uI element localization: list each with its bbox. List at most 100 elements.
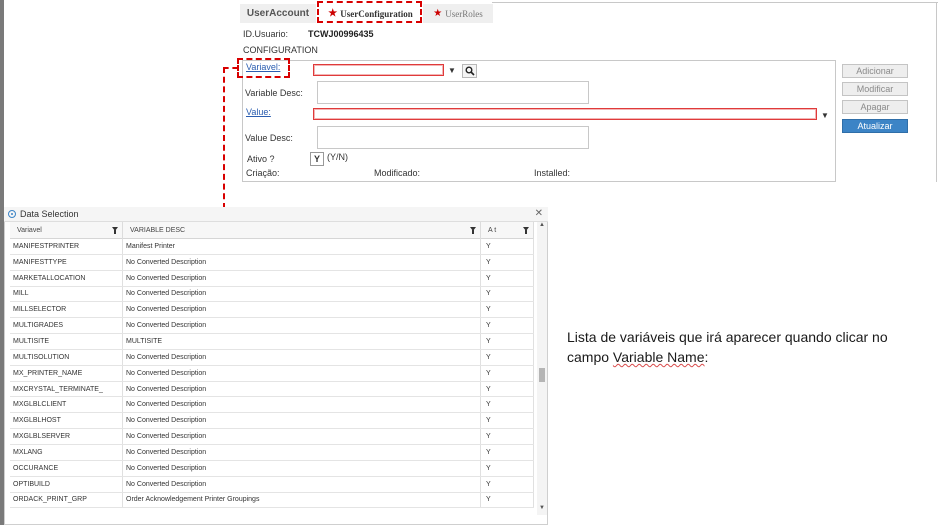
scrollbar-thumb[interactable] [539, 368, 545, 382]
value-input[interactable] [313, 108, 817, 120]
filter-icon[interactable] [470, 227, 476, 234]
cell-variavel: MARKETALLOCATION [10, 270, 123, 286]
table-row[interactable]: MXGLBLCLIENT No Converted Description Y [10, 397, 534, 414]
cell-variavel: MANIFESTPRINTER [10, 239, 123, 254]
top-divider [492, 2, 938, 3]
cell-variable-desc: No Converted Description [123, 413, 481, 429]
variable-desc-field [317, 81, 589, 104]
id-usuario-label: ID.Usuario: [243, 29, 289, 39]
variavel-dropdown-icon[interactable]: ▼ [446, 64, 458, 77]
cell-variable-desc: No Converted Description [123, 270, 481, 286]
value-link[interactable]: Value: [246, 107, 271, 117]
table-row[interactable]: MXLANG No Converted Description Y [10, 444, 534, 461]
column-header-ativo[interactable]: A t [481, 222, 534, 239]
filter-icon[interactable] [523, 227, 529, 234]
table-row[interactable]: MULTIGRADES No Converted Description Y [10, 318, 534, 335]
tab-highlight-annotation [317, 1, 422, 23]
table-row[interactable]: OPTIBUILD No Converted Description Y [10, 476, 534, 493]
table-row[interactable]: MILL No Converted Description Y [10, 286, 534, 303]
cell-ativo: Y [481, 270, 534, 286]
close-icon[interactable]: ✕ [535, 208, 543, 219]
cell-variable-desc: No Converted Description [123, 444, 481, 460]
cell-ativo: Y [481, 318, 534, 334]
cell-variavel: MULTISITE [10, 334, 123, 349]
cell-variable-desc: Order Acknowledgement Printer Groupings [123, 492, 481, 508]
cell-ativo: Y [481, 429, 534, 444]
grid-rows: MANIFESTPRINTER Manifest Printer Y MANIFEST… [10, 239, 534, 515]
cell-variavel: MILL [10, 286, 123, 302]
connector-line-horizontal [223, 67, 238, 69]
data-selection-header: Data Selection ✕ [4, 207, 548, 222]
annotation-note: Lista de variáveis que irá aparecer quan… [567, 327, 897, 367]
star-icon: ★ [433, 8, 443, 19]
tab-label: UserAccount [246, 8, 310, 19]
cell-ativo: Y [481, 365, 534, 381]
variavel-input[interactable] [313, 64, 444, 76]
filter-icon[interactable] [112, 227, 118, 234]
table-row[interactable]: MANIFESTTYPE No Converted Description Y [10, 254, 534, 271]
cell-ativo: Y [481, 476, 534, 492]
variavel-highlight-annotation [237, 58, 290, 78]
ativo-label: Ativo ? [247, 154, 275, 164]
cell-variable-desc: MULTISITE [123, 334, 481, 349]
criacao-label: Criação: [246, 168, 280, 178]
table-row[interactable]: OCCURANCE No Converted Description Y [10, 460, 534, 477]
variable-desc-label: Variable Desc: [245, 88, 303, 98]
modificar-button[interactable]: Modificar [842, 82, 908, 96]
cell-ativo: Y [481, 492, 534, 508]
cell-ativo: Y [481, 254, 534, 270]
cell-variable-desc: No Converted Description [123, 302, 481, 318]
note-highlight: Variable Name [612, 349, 705, 365]
table-row[interactable]: MARKETALLOCATION No Converted Description… [10, 270, 534, 287]
adicionar-button[interactable]: Adicionar [842, 64, 908, 78]
ativo-input[interactable]: Y [310, 152, 324, 166]
cell-variable-desc: No Converted Description [123, 254, 481, 270]
cell-variavel: ORDACK_PRINT_GRP [10, 492, 123, 508]
cell-ativo: Y [481, 239, 534, 254]
value-dropdown-icon[interactable]: ▼ [819, 109, 831, 122]
column-header-variable-desc[interactable]: VARIABLE DESC [123, 222, 481, 239]
cell-variavel: MULTIGRADES [10, 318, 123, 334]
panel-title: Data Selection [20, 209, 79, 219]
scroll-up-icon[interactable]: ▲ [537, 222, 547, 228]
table-row[interactable]: MILLSELECTOR No Converted Description Y [10, 302, 534, 319]
modificado-label: Modificado: [374, 168, 421, 178]
cell-variavel: MXGLBLSERVER [10, 429, 123, 444]
table-row[interactable]: ORDACK_PRINT_GRP Order Acknowledgement Pr… [10, 492, 534, 509]
table-row[interactable]: MANIFESTPRINTER Manifest Printer Y [10, 239, 534, 255]
cell-ativo: Y [481, 286, 534, 302]
column-header-variavel[interactable]: Variavel [10, 222, 123, 239]
table-row[interactable]: MULTISITE MULTISITE Y [10, 334, 534, 350]
table-row[interactable]: MXCRYSTAL_TERMINATE_ No Converted Descrip… [10, 381, 534, 398]
atualizar-button[interactable]: Atualizar [842, 119, 908, 133]
cell-variable-desc: No Converted Description [123, 286, 481, 302]
column-header-label: VARIABLE DESC [130, 227, 186, 234]
cell-variable-desc: Manifest Printer [123, 239, 481, 254]
cell-variavel: MXCRYSTAL_TERMINATE_ [10, 381, 123, 397]
column-header-label: Variavel [17, 227, 42, 234]
cell-variable-desc: No Converted Description [123, 318, 481, 334]
cell-ativo: Y [481, 413, 534, 429]
table-row[interactable]: MX_PRINTER_NAME No Converted Description Y [10, 365, 534, 382]
table-row[interactable]: MXGLBLHOST No Converted Description Y [10, 413, 534, 430]
section-title: CONFIGURATION [243, 45, 318, 55]
tab-user-account[interactable]: UserAccount [240, 4, 316, 23]
apagar-button[interactable]: Apagar [842, 100, 908, 114]
cell-variable-desc: No Converted Description [123, 476, 481, 492]
cell-variable-desc: No Converted Description [123, 460, 481, 476]
table-row[interactable]: MXGLBLSERVER No Converted Description Y [10, 429, 534, 445]
scroll-down-icon[interactable]: ▼ [537, 505, 547, 511]
search-icon [465, 66, 475, 76]
tab-label: UserRoles [445, 8, 483, 19]
cell-variavel: MULTISOLUTION [10, 349, 123, 365]
cell-ativo: Y [481, 381, 534, 397]
search-button[interactable] [462, 64, 477, 78]
column-header-label: A t [488, 227, 497, 234]
connector-line-vertical [223, 67, 225, 209]
cell-ativo: Y [481, 334, 534, 349]
ativo-hint: (Y/N) [327, 152, 348, 162]
id-usuario-value: TCWJ00996435 [308, 29, 374, 39]
tab-user-roles[interactable]: ★ UserRoles [423, 4, 493, 23]
table-row[interactable]: MULTISOLUTION No Converted Description Y [10, 349, 534, 366]
value-desc-label: Value Desc: [245, 133, 293, 143]
